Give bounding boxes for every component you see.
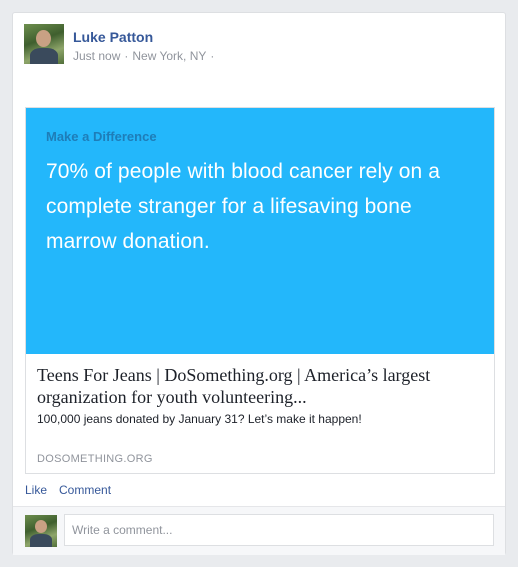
comment-button[interactable]: Comment — [59, 483, 111, 497]
avatar-shirt — [30, 534, 52, 547]
hero-headline: 70% of people with blood cancer rely on … — [46, 160, 441, 253]
comment-row — [13, 507, 505, 555]
avatar-shirt — [30, 48, 58, 64]
link-description: 100,000 jeans donated by January 31? Let… — [37, 412, 362, 426]
like-button[interactable]: Like — [25, 483, 47, 497]
avatar-face — [36, 30, 51, 47]
link-title[interactable]: Teens For Jeans | DoSomething.org | Amer… — [37, 364, 487, 408]
commenter-avatar — [25, 515, 57, 547]
link-preview[interactable]: Make a Difference 70% of people with blo… — [25, 107, 495, 474]
post-location[interactable]: New York, NY — [132, 49, 206, 63]
hero-kicker: Make a Difference — [46, 129, 157, 144]
link-domain: DOSOMETHING.ORG — [37, 453, 153, 465]
link-hero-image[interactable]: Make a Difference 70% of people with blo… — [26, 108, 494, 354]
post-time[interactable]: Just now — [73, 49, 120, 63]
meta-separator-2: · — [210, 49, 215, 63]
post-meta: Just now · New York, NY · — [73, 49, 214, 63]
meta-separator: · — [124, 49, 129, 63]
author-name[interactable]: Luke Patton — [73, 29, 153, 45]
author-avatar[interactable] — [24, 24, 64, 64]
comment-input[interactable] — [64, 514, 494, 546]
avatar-face — [35, 520, 47, 533]
post-card: Luke Patton Just now · New York, NY · Ma… — [12, 12, 506, 555]
post-actions: Like Comment — [25, 483, 111, 497]
